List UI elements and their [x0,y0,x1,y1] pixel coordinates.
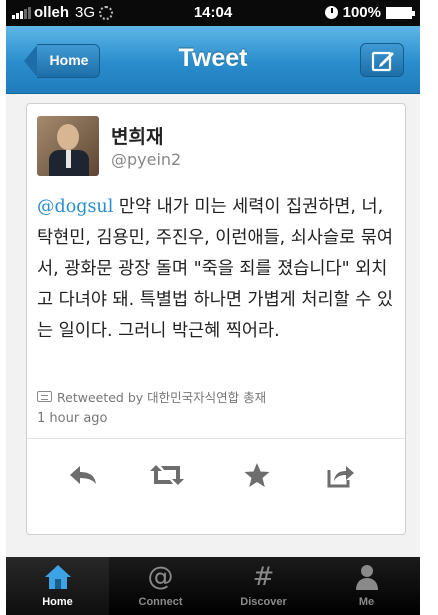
author-name[interactable]: 변희재 [111,122,163,149]
mention-link[interactable]: @dogsul [37,197,113,217]
favorite-button[interactable] [237,461,277,489]
navigation-bar: Home Tweet [6,26,420,94]
author-handle[interactable]: @pyein2 [111,150,181,169]
tab-bar: Home @ Connect # Discover Me [6,557,420,615]
retweet-icon [150,465,184,485]
reply-button[interactable] [63,461,103,489]
tweet-card: 변희재 @pyein2 @dogsul 만약 내가 미는 세력이 집권하면, 너… [26,103,406,535]
status-bar: olleh 3G 14:04 100% [6,0,420,26]
tab-me-label: Me [358,596,375,608]
tab-home-label: Home [42,596,73,608]
tab-connect[interactable]: @ Connect [109,557,212,615]
retweeted-by: Retweeted by 대한민국자식연합 총재 [37,387,266,406]
alarm-icon [324,6,338,19]
tweet-timestamp: 1 hour ago [37,411,108,426]
reply-icon [70,466,96,484]
battery-icon [386,6,415,19]
at-icon: @ [147,562,174,592]
compose-icon [371,51,394,72]
home-icon [6,563,109,591]
battery-percent: 100% [342,4,381,21]
hash-icon: # [252,562,275,592]
tab-discover[interactable]: # Discover [212,557,315,615]
tweet-text: @dogsul 만약 내가 미는 세력이 집권하면, 너, 탁현민, 김용민, … [37,192,397,347]
tab-me[interactable]: Me [315,557,418,615]
page-title: Tweet [178,44,248,72]
retweet-small-icon [37,391,52,402]
compose-button[interactable] [360,43,404,77]
share-icon [327,466,354,488]
tab-discover-label: Discover [240,596,287,608]
twitter-app: olleh 3G 14:04 100% Home Tweet 변희재 @pyei… [6,0,420,615]
retweet-button[interactable] [147,461,187,489]
retweeted-by-label[interactable]: Retweeted by 대한민국자식연합 총재 [57,387,266,406]
favorite-icon [244,463,270,487]
tab-connect-label: Connect [138,596,183,608]
tweet-body: 만약 내가 미는 세력이 집권하면, 너, 탁현민, 김용민, 주진우, 이런애… [37,197,393,341]
share-button[interactable] [321,461,361,489]
person-icon [315,563,418,591]
tweet-actions [27,439,405,509]
avatar[interactable] [37,116,99,176]
tab-home[interactable]: Home [6,557,109,615]
